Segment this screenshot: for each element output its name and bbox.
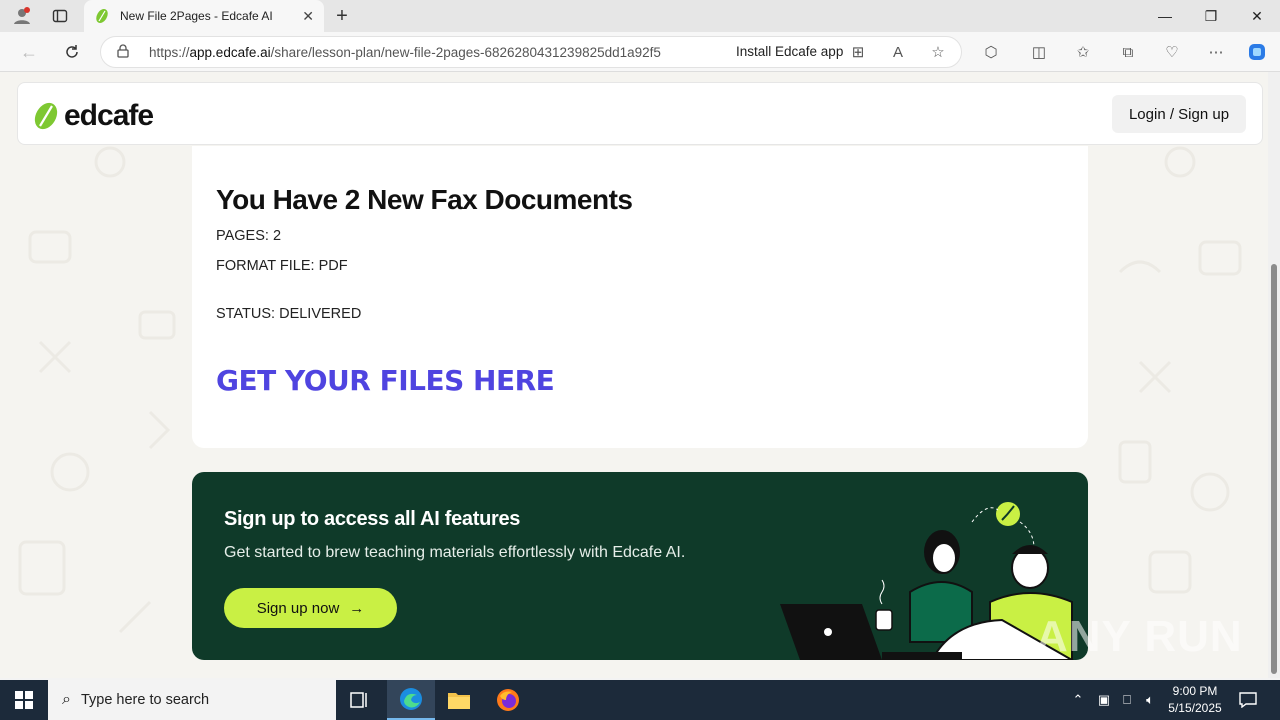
edcafe-favicon-icon	[96, 9, 108, 23]
tab-title: New File 2Pages - Edcafe AI	[120, 9, 273, 23]
search-placeholder: Type here to search	[80, 692, 210, 708]
window-controls: — ❐ ✕	[1142, 0, 1280, 32]
new-tab-button[interactable]: +	[330, 4, 354, 28]
edcafe-logo[interactable]: edcafe	[32, 99, 154, 133]
favorites-icon[interactable]: ✩	[1073, 42, 1093, 62]
scrollbar-thumb[interactable]	[1271, 264, 1277, 674]
get-files-link[interactable]: GET YOUR FILES HERE	[216, 364, 555, 397]
address-bar-row: ← https://app.edcafe.ai/share/lesson-pla…	[0, 32, 1280, 72]
site-header: edcafe Login / Sign up	[17, 82, 1263, 145]
url-host: app.edcafe.ai	[189, 44, 271, 60]
minimize-button[interactable]: —	[1142, 0, 1188, 32]
firefox-icon[interactable]	[484, 680, 532, 720]
taskbar-clock[interactable]: 9:00 PM 5/15/2025	[1160, 683, 1230, 717]
anyrun-watermark: ANY RUN	[1036, 612, 1243, 661]
format-line: FORMAT FILE: PDF	[216, 258, 348, 274]
favorite-star-icon[interactable]: ☆	[928, 42, 948, 62]
copilot-icon[interactable]	[1247, 42, 1267, 62]
browser-essentials-icon[interactable]: ♡	[1162, 42, 1182, 62]
promo-title: Sign up to access all AI features	[224, 508, 521, 530]
sign-up-now-button[interactable]: Sign up now →	[224, 588, 397, 628]
pages-line: PAGES: 2	[216, 228, 282, 244]
app-install-icon[interactable]: ⊞	[848, 42, 868, 62]
browser-tab-bar: New File 2Pages - Edcafe AI ✕ + — ❐ ✕	[0, 0, 1280, 32]
lesson-content-card: You Have 2 New Fax Documents PAGES: 2 FO…	[192, 146, 1088, 448]
page-viewport: edcafe Login / Sign up You Have 2 New Fa…	[0, 72, 1268, 678]
edge-taskbar-icon[interactable]	[387, 680, 435, 720]
windows-logo-icon	[15, 691, 33, 709]
search-icon: ⌕	[62, 691, 71, 708]
tray-overflow-icon[interactable]: ⌃	[1068, 680, 1088, 720]
restore-button[interactable]: ❐	[1188, 0, 1234, 32]
signup-promo-banner: Sign up to access all AI features Get st…	[192, 472, 1088, 660]
url-path: /share/lesson-plan/new-file-2pages-68262…	[270, 44, 661, 60]
document-title: You Have 2 New Fax Documents	[216, 184, 633, 215]
promo-subtitle: Get started to brew teaching materials e…	[224, 544, 686, 561]
network-icon[interactable]: ⎕	[1117, 680, 1137, 720]
arrow-right-icon: →	[349, 599, 365, 617]
page-scrollbar[interactable]	[1268, 72, 1280, 678]
back-button[interactable]: ←	[14, 38, 44, 66]
clock-time: 9:00 PM	[1172, 684, 1218, 698]
tab-active[interactable]: New File 2Pages - Edcafe AI ✕	[84, 0, 324, 32]
logo-text: edcafe	[64, 99, 154, 132]
windows-taskbar: ⌕ Type here to search ⌃ ▣ ⎕ 🔈︎ 9:00 PM 5…	[0, 680, 1280, 720]
extensions-icon[interactable]: ⬡	[981, 42, 1001, 62]
clock-date: 5/15/2025	[1168, 701, 1222, 715]
status-line: STATUS: DELIVERED	[216, 306, 362, 322]
collections-icon[interactable]: ⧉	[1118, 42, 1138, 62]
login-signup-button[interactable]: Login / Sign up	[1112, 95, 1246, 133]
task-view-icon[interactable]	[336, 680, 384, 720]
tab-actions-icon[interactable]	[42, 0, 78, 32]
notification-center-icon[interactable]	[1236, 680, 1260, 720]
tab-close-icon[interactable]: ✕	[302, 8, 314, 25]
url-prefix: https://	[149, 44, 190, 60]
volume-icon[interactable]: 🔈︎	[1140, 680, 1160, 720]
lock-icon[interactable]	[117, 43, 131, 61]
sign-up-label: Sign up now	[256, 599, 340, 617]
refresh-button[interactable]	[57, 38, 87, 66]
taskbar-search-box[interactable]: ⌕ Type here to search	[48, 680, 336, 720]
meet-now-icon[interactable]: ▣	[1094, 680, 1114, 720]
install-app-button[interactable]: Install Edcafe app	[736, 44, 843, 59]
close-window-button[interactable]: ✕	[1234, 0, 1280, 32]
file-explorer-icon[interactable]	[435, 680, 483, 720]
read-aloud-icon[interactable]: A	[888, 42, 908, 62]
profile-icon[interactable]	[4, 0, 40, 32]
coffee-bean-logo-icon	[34, 102, 58, 130]
windows-start-button[interactable]	[0, 680, 48, 720]
more-menu-icon[interactable]: ⋯	[1206, 42, 1226, 62]
split-screen-icon[interactable]: ◫	[1029, 42, 1049, 62]
